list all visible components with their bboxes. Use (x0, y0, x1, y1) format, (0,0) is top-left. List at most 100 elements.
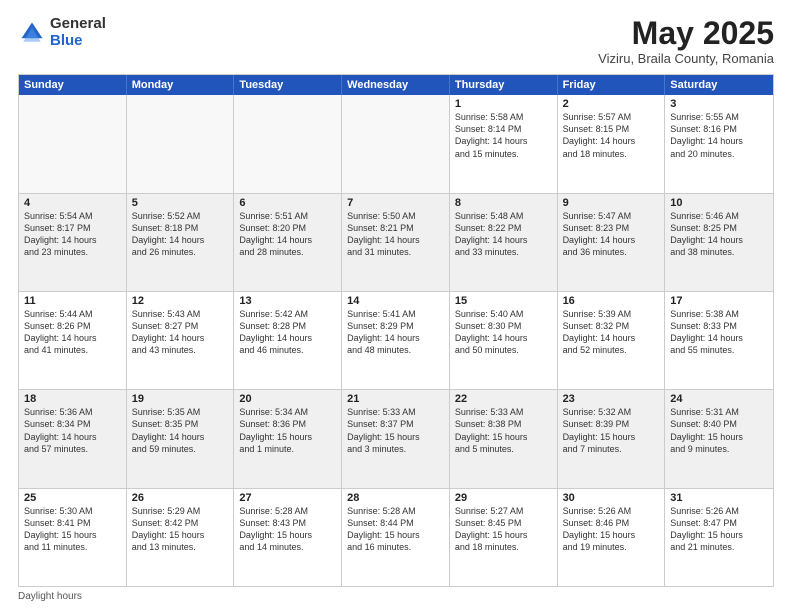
day-number: 27 (239, 492, 336, 504)
calendar-cell: 28Sunrise: 5:28 AMSunset: 8:44 PMDayligh… (342, 489, 450, 586)
calendar-cell (19, 95, 127, 192)
day-number: 2 (563, 98, 660, 110)
calendar-cell (234, 95, 342, 192)
title-block: May 2025 Viziru, Braila County, Romania (598, 16, 774, 66)
day-number: 1 (455, 98, 552, 110)
cell-info: Sunrise: 5:35 AMSunset: 8:35 PMDaylight:… (132, 406, 229, 455)
header: General Blue May 2025 Viziru, Braila Cou… (18, 16, 774, 66)
calendar-cell: 29Sunrise: 5:27 AMSunset: 8:45 PMDayligh… (450, 489, 558, 586)
cell-info: Sunrise: 5:42 AMSunset: 8:28 PMDaylight:… (239, 308, 336, 357)
cell-info: Sunrise: 5:44 AMSunset: 8:26 PMDaylight:… (24, 308, 121, 357)
calendar-cell (127, 95, 235, 192)
cell-info: Sunrise: 5:46 AMSunset: 8:25 PMDaylight:… (670, 210, 768, 259)
cell-info: Sunrise: 5:30 AMSunset: 8:41 PMDaylight:… (24, 505, 121, 554)
day-number: 5 (132, 197, 229, 209)
logo-text: General Blue (50, 16, 106, 49)
calendar-cell: 13Sunrise: 5:42 AMSunset: 8:28 PMDayligh… (234, 292, 342, 389)
day-number: 10 (670, 197, 768, 209)
logo-general: General (50, 16, 106, 33)
cell-info: Sunrise: 5:33 AMSunset: 8:37 PMDaylight:… (347, 406, 444, 455)
day-number: 9 (563, 197, 660, 209)
calendar-cell: 8Sunrise: 5:48 AMSunset: 8:22 PMDaylight… (450, 194, 558, 291)
calendar-row: 1Sunrise: 5:58 AMSunset: 8:14 PMDaylight… (19, 95, 773, 193)
cell-info: Sunrise: 5:52 AMSunset: 8:18 PMDaylight:… (132, 210, 229, 259)
day-number: 26 (132, 492, 229, 504)
day-number: 7 (347, 197, 444, 209)
cell-info: Sunrise: 5:27 AMSunset: 8:45 PMDaylight:… (455, 505, 552, 554)
calendar-header: SundayMondayTuesdayWednesdayThursdayFrid… (19, 75, 773, 95)
cell-info: Sunrise: 5:34 AMSunset: 8:36 PMDaylight:… (239, 406, 336, 455)
day-number: 4 (24, 197, 121, 209)
day-number: 12 (132, 295, 229, 307)
cell-info: Sunrise: 5:57 AMSunset: 8:15 PMDaylight:… (563, 111, 660, 160)
calendar-cell: 21Sunrise: 5:33 AMSunset: 8:37 PMDayligh… (342, 390, 450, 487)
cell-info: Sunrise: 5:26 AMSunset: 8:47 PMDaylight:… (670, 505, 768, 554)
header-day: Sunday (19, 75, 127, 95)
logo-icon (18, 19, 46, 47)
calendar-cell: 10Sunrise: 5:46 AMSunset: 8:25 PMDayligh… (665, 194, 773, 291)
cell-info: Sunrise: 5:47 AMSunset: 8:23 PMDaylight:… (563, 210, 660, 259)
day-number: 19 (132, 393, 229, 405)
calendar-cell: 18Sunrise: 5:36 AMSunset: 8:34 PMDayligh… (19, 390, 127, 487)
cell-info: Sunrise: 5:41 AMSunset: 8:29 PMDaylight:… (347, 308, 444, 357)
calendar-row: 4Sunrise: 5:54 AMSunset: 8:17 PMDaylight… (19, 194, 773, 292)
day-number: 23 (563, 393, 660, 405)
calendar-body: 1Sunrise: 5:58 AMSunset: 8:14 PMDaylight… (19, 95, 773, 586)
cell-info: Sunrise: 5:58 AMSunset: 8:14 PMDaylight:… (455, 111, 552, 160)
day-number: 29 (455, 492, 552, 504)
calendar-cell: 24Sunrise: 5:31 AMSunset: 8:40 PMDayligh… (665, 390, 773, 487)
calendar-cell: 25Sunrise: 5:30 AMSunset: 8:41 PMDayligh… (19, 489, 127, 586)
calendar-cell: 14Sunrise: 5:41 AMSunset: 8:29 PMDayligh… (342, 292, 450, 389)
day-number: 8 (455, 197, 552, 209)
header-day: Friday (558, 75, 666, 95)
day-number: 14 (347, 295, 444, 307)
header-day: Monday (127, 75, 235, 95)
cell-info: Sunrise: 5:43 AMSunset: 8:27 PMDaylight:… (132, 308, 229, 357)
day-number: 30 (563, 492, 660, 504)
footer-note: Daylight hours (18, 591, 774, 602)
cell-info: Sunrise: 5:51 AMSunset: 8:20 PMDaylight:… (239, 210, 336, 259)
calendar-cell: 6Sunrise: 5:51 AMSunset: 8:20 PMDaylight… (234, 194, 342, 291)
cell-info: Sunrise: 5:54 AMSunset: 8:17 PMDaylight:… (24, 210, 121, 259)
cell-info: Sunrise: 5:32 AMSunset: 8:39 PMDaylight:… (563, 406, 660, 455)
calendar-cell: 7Sunrise: 5:50 AMSunset: 8:21 PMDaylight… (342, 194, 450, 291)
day-number: 31 (670, 492, 768, 504)
header-day: Wednesday (342, 75, 450, 95)
day-number: 28 (347, 492, 444, 504)
day-number: 16 (563, 295, 660, 307)
cell-info: Sunrise: 5:29 AMSunset: 8:42 PMDaylight:… (132, 505, 229, 554)
location-title: Viziru, Braila County, Romania (598, 51, 774, 66)
calendar-row: 11Sunrise: 5:44 AMSunset: 8:26 PMDayligh… (19, 292, 773, 390)
calendar-cell: 16Sunrise: 5:39 AMSunset: 8:32 PMDayligh… (558, 292, 666, 389)
calendar-cell: 4Sunrise: 5:54 AMSunset: 8:17 PMDaylight… (19, 194, 127, 291)
day-number: 21 (347, 393, 444, 405)
cell-info: Sunrise: 5:39 AMSunset: 8:32 PMDaylight:… (563, 308, 660, 357)
logo: General Blue (18, 16, 106, 49)
day-number: 17 (670, 295, 768, 307)
calendar-cell: 3Sunrise: 5:55 AMSunset: 8:16 PMDaylight… (665, 95, 773, 192)
day-number: 20 (239, 393, 336, 405)
calendar-cell (342, 95, 450, 192)
day-number: 11 (24, 295, 121, 307)
cell-info: Sunrise: 5:40 AMSunset: 8:30 PMDaylight:… (455, 308, 552, 357)
calendar-cell: 12Sunrise: 5:43 AMSunset: 8:27 PMDayligh… (127, 292, 235, 389)
calendar-cell: 22Sunrise: 5:33 AMSunset: 8:38 PMDayligh… (450, 390, 558, 487)
calendar-cell: 1Sunrise: 5:58 AMSunset: 8:14 PMDaylight… (450, 95, 558, 192)
cell-info: Sunrise: 5:50 AMSunset: 8:21 PMDaylight:… (347, 210, 444, 259)
calendar-cell: 5Sunrise: 5:52 AMSunset: 8:18 PMDaylight… (127, 194, 235, 291)
day-number: 24 (670, 393, 768, 405)
calendar-cell: 19Sunrise: 5:35 AMSunset: 8:35 PMDayligh… (127, 390, 235, 487)
cell-info: Sunrise: 5:48 AMSunset: 8:22 PMDaylight:… (455, 210, 552, 259)
day-number: 25 (24, 492, 121, 504)
logo-blue: Blue (50, 33, 106, 50)
calendar-row: 18Sunrise: 5:36 AMSunset: 8:34 PMDayligh… (19, 390, 773, 488)
calendar-cell: 2Sunrise: 5:57 AMSunset: 8:15 PMDaylight… (558, 95, 666, 192)
calendar-cell: 27Sunrise: 5:28 AMSunset: 8:43 PMDayligh… (234, 489, 342, 586)
cell-info: Sunrise: 5:33 AMSunset: 8:38 PMDaylight:… (455, 406, 552, 455)
day-number: 18 (24, 393, 121, 405)
header-day: Thursday (450, 75, 558, 95)
cell-info: Sunrise: 5:31 AMSunset: 8:40 PMDaylight:… (670, 406, 768, 455)
calendar: SundayMondayTuesdayWednesdayThursdayFrid… (18, 74, 774, 587)
cell-info: Sunrise: 5:38 AMSunset: 8:33 PMDaylight:… (670, 308, 768, 357)
calendar-cell: 9Sunrise: 5:47 AMSunset: 8:23 PMDaylight… (558, 194, 666, 291)
